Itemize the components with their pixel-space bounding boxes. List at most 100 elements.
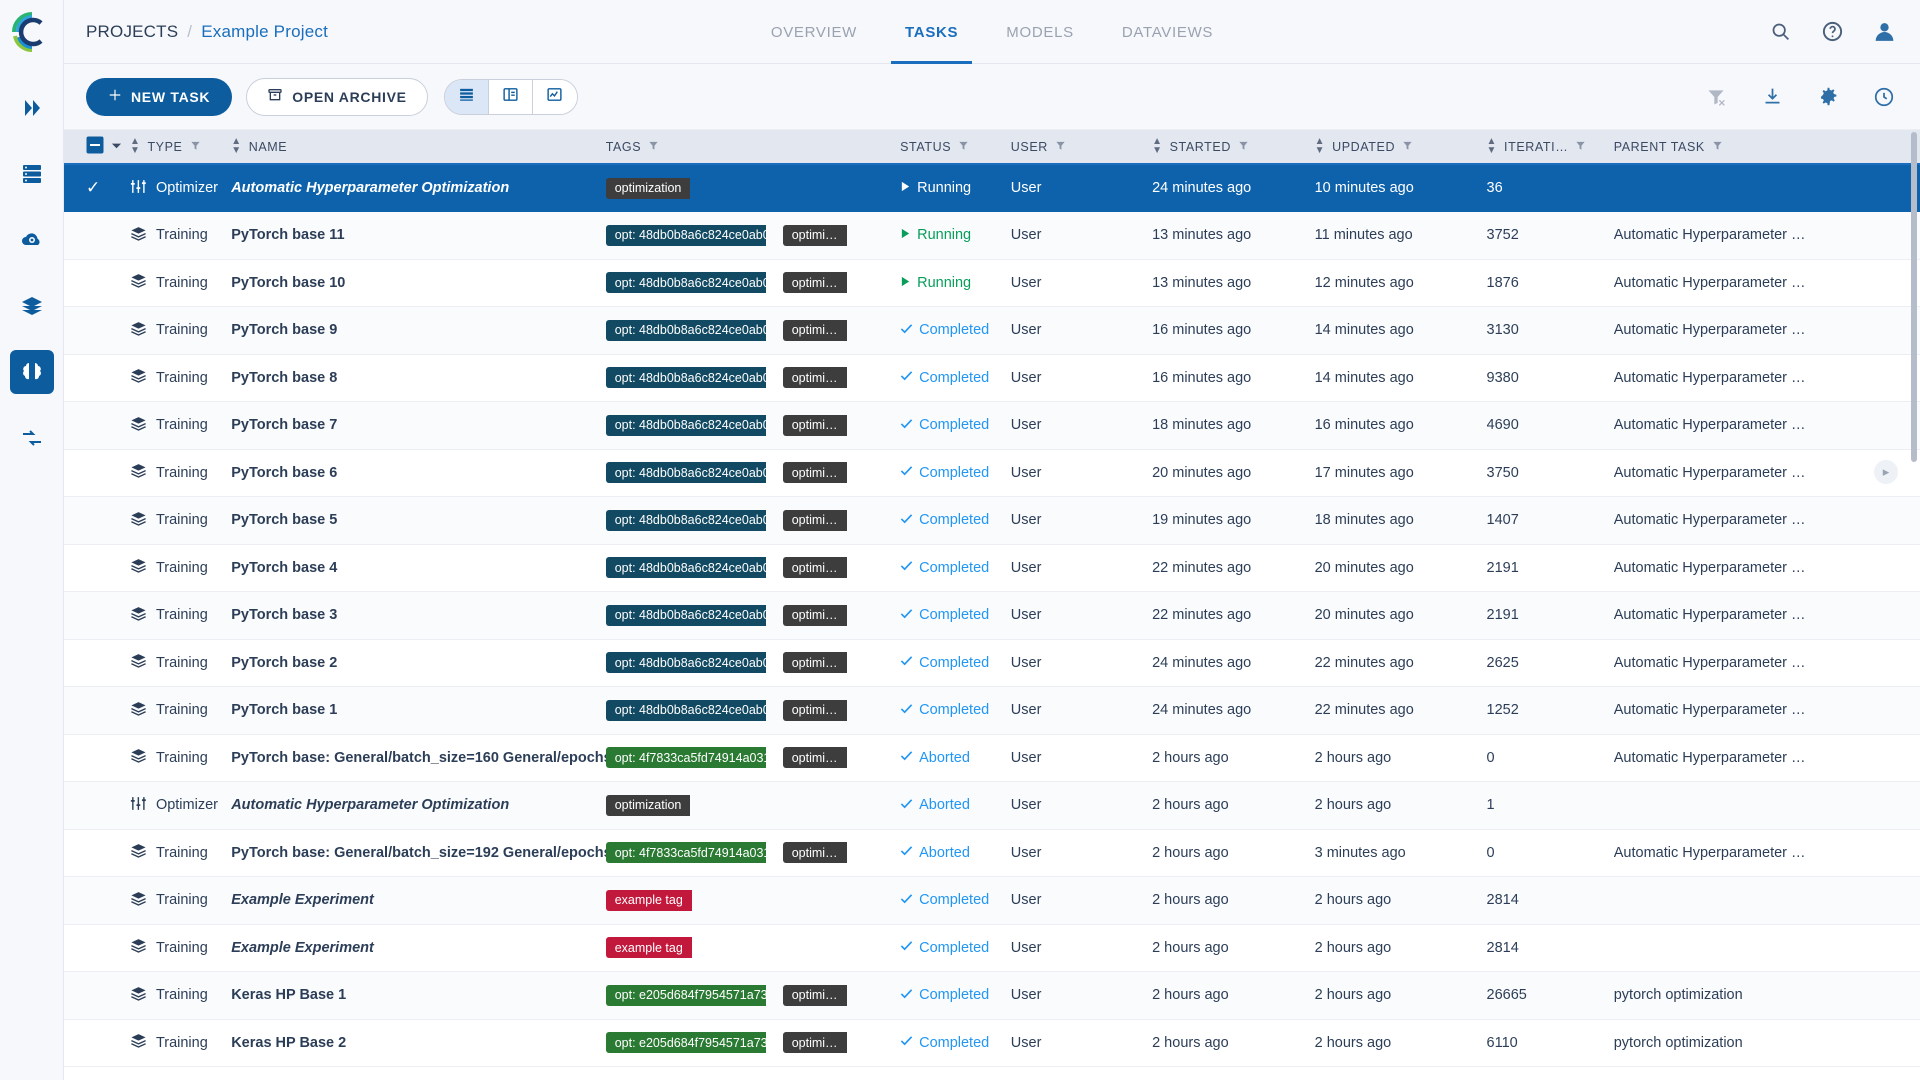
tag-chip[interactable]: opt: e205d684f7954571a7309… <box>606 1032 766 1053</box>
row-tags-cell[interactable]: opt: e205d684f7954571a7309… optimi… <box>606 1019 900 1067</box>
row-name-cell[interactable]: PyTorch base 7 <box>231 402 605 450</box>
row-select-cell[interactable] <box>64 307 130 355</box>
row-name-cell[interactable]: Keras HP Base 2 <box>231 1019 605 1067</box>
breadcrumb-current[interactable]: Example Project <box>201 22 328 42</box>
row-name-cell[interactable]: PyTorch base: General/batch_size=192 Gen… <box>231 829 605 877</box>
tag-chip[interactable]: optimi… <box>783 985 847 1006</box>
tab-models[interactable]: MODELS <box>982 0 1098 64</box>
tag-chip[interactable]: opt: 48db0b8a6c824ce0ab06… <box>606 557 766 578</box>
sort-icon[interactable]: ▲▼ <box>130 138 141 155</box>
row-name-cell[interactable]: PyTorch base 1 <box>231 687 605 735</box>
select-all-checkbox[interactable] <box>86 136 104 157</box>
table-row[interactable]: TrainingPyTorch base 6opt: 48db0b8a6c824… <box>64 449 1920 497</box>
table-row[interactable]: TrainingPyTorch base: General/batch_size… <box>64 829 1920 877</box>
row-checkbox[interactable] <box>86 984 104 1002</box>
row-select-cell[interactable] <box>64 212 130 260</box>
row-hover-action-icon[interactable]: ▸ <box>1874 460 1898 484</box>
row-tags-cell[interactable]: opt: 48db0b8a6c824ce0ab06d… optimi… <box>606 497 900 545</box>
row-name-cell[interactable]: Automatic Hyperparameter Optimization <box>231 164 605 212</box>
header-status[interactable]: STATUS <box>900 130 1011 164</box>
tag-chip[interactable]: opt: 48db0b8a6c824ce0ab06… <box>606 415 766 436</box>
row-checkbox[interactable] <box>86 794 104 812</box>
vertical-scrollbar[interactable] <box>1910 130 1918 1080</box>
tag-chip[interactable]: optimi… <box>783 510 847 531</box>
sidebar-item-pipelines[interactable] <box>10 416 54 460</box>
row-select-cell[interactable] <box>64 449 130 497</box>
row-checked-icon[interactable]: ✓ <box>86 178 100 197</box>
row-name-cell[interactable]: Automatic Hyperparameter Optimization <box>231 782 605 830</box>
tag-chip[interactable]: opt: 4f7833ca5fd74914a0311… <box>606 842 766 863</box>
search-icon[interactable] <box>1766 18 1794 46</box>
filter-icon[interactable] <box>1055 140 1066 154</box>
table-row[interactable]: TrainingPyTorch base 8opt: 48db0b8a6c824… <box>64 354 1920 402</box>
row-select-cell[interactable]: ✓ <box>64 164 130 212</box>
table-row[interactable]: TrainingKeras HP Base 2opt: e205d684f795… <box>64 1019 1920 1067</box>
row-tags-cell[interactable]: example tag <box>606 924 900 972</box>
row-checkbox[interactable] <box>86 319 104 337</box>
sort-icon[interactable]: ▲▼ <box>1315 138 1326 155</box>
header-user[interactable]: USER <box>1011 130 1152 164</box>
row-tags-cell[interactable]: optimization <box>606 782 900 830</box>
row-tags-cell[interactable]: example tag <box>606 877 900 925</box>
filter-icon[interactable] <box>1575 140 1586 154</box>
filter-icon[interactable] <box>648 140 659 154</box>
tag-chip[interactable]: opt: 48db0b8a6c824ce0ab06… <box>606 225 766 246</box>
tag-chip[interactable]: optimi… <box>783 605 847 626</box>
table-row[interactable]: TrainingPyTorch base: General/batch_size… <box>64 734 1920 782</box>
tag-chip[interactable]: optimization <box>606 795 691 816</box>
tag-chip[interactable]: opt: 48db0b8a6c824ce0ab06… <box>606 605 766 626</box>
tag-chip[interactable]: optimi… <box>783 367 847 388</box>
tag-chip[interactable]: optimi… <box>783 842 847 863</box>
row-checkbox[interactable] <box>86 604 104 622</box>
row-checkbox[interactable] <box>86 462 104 480</box>
tag-chip[interactable]: optimi… <box>783 1032 847 1053</box>
sort-icon[interactable]: ▲▼ <box>231 138 242 155</box>
row-tags-cell[interactable]: opt: 4f7833ca5fd74914a0311… optimi… <box>606 829 900 877</box>
row-tags-cell[interactable]: opt: 48db0b8a6c824ce0ab06…optimi… <box>606 212 900 260</box>
tag-chip[interactable]: optimi… <box>783 272 847 293</box>
filter-icon[interactable] <box>1402 140 1413 154</box>
tag-chip[interactable]: opt: 48db0b8a6c824ce0ab06… <box>606 462 766 483</box>
refresh-auto-icon[interactable] <box>1870 83 1898 111</box>
tag-chip[interactable]: optimi… <box>783 415 847 436</box>
row-tags-cell[interactable]: optimization <box>606 164 900 212</box>
tag-chip[interactable]: opt: 48db0b8a6c824ce0ab06… <box>606 320 766 341</box>
tag-chip[interactable]: optimi… <box>783 462 847 483</box>
row-checkbox[interactable] <box>86 889 104 907</box>
table-row[interactable]: TrainingPyTorch base 9opt: 48db0b8a6c824… <box>64 307 1920 355</box>
row-checkbox[interactable] <box>86 652 104 670</box>
breadcrumb-root[interactable]: PROJECTS <box>86 22 178 42</box>
row-name-cell[interactable]: Example Experiment <box>231 877 605 925</box>
row-name-cell[interactable]: Keras HP Base 1 <box>231 972 605 1020</box>
tag-chip[interactable]: opt: 48db0b8a6c824ce0ab06d… <box>606 510 766 531</box>
row-tags-cell[interactable]: opt: 48db0b8a6c824ce0ab06…optimi… <box>606 687 900 735</box>
tab-overview[interactable]: OVERVIEW <box>747 0 881 64</box>
header-name[interactable]: ▲▼ NAME <box>231 130 605 164</box>
row-select-cell[interactable] <box>64 592 130 640</box>
row-select-cell[interactable] <box>64 877 130 925</box>
tag-chip[interactable]: opt: 48db0b8a6c824ce0ab06… <box>606 367 766 388</box>
tag-chip[interactable]: opt: e205d684f7954571a7309… <box>606 985 766 1006</box>
tab-dataviews[interactable]: DATAVIEWS <box>1098 0 1237 64</box>
row-checkbox[interactable] <box>86 414 104 432</box>
row-tags-cell[interactable]: opt: 48db0b8a6c824ce0ab06…optimi… <box>606 639 900 687</box>
row-tags-cell[interactable]: opt: 48db0b8a6c824ce0ab06… optimi… <box>606 354 900 402</box>
tag-chip[interactable]: optimi… <box>783 747 847 768</box>
filter-icon[interactable] <box>190 140 201 154</box>
row-name-cell[interactable]: PyTorch base 6 <box>231 449 605 497</box>
sidebar-item-resources[interactable] <box>10 218 54 262</box>
table-row[interactable]: TrainingKeras HP Base 1opt: e205d684f795… <box>64 972 1920 1020</box>
filter-icon[interactable] <box>1238 140 1249 154</box>
row-checkbox[interactable] <box>86 1032 104 1050</box>
row-tags-cell[interactable]: opt: e205d684f7954571a7309… optimi… <box>606 972 900 1020</box>
table-row[interactable]: TrainingPyTorch base 10opt: 48db0b8a6c82… <box>64 259 1920 307</box>
new-task-button[interactable]: NEW TASK <box>86 78 232 116</box>
table-row[interactable]: TrainingExample Experimentexample tagCom… <box>64 877 1920 925</box>
tag-chip[interactable]: optimi… <box>783 652 847 673</box>
filter-icon[interactable] <box>1712 140 1723 154</box>
table-row[interactable]: ✓OptimizerAutomatic Hyperparameter Optim… <box>64 164 1920 212</box>
row-select-cell[interactable] <box>64 639 130 687</box>
row-tags-cell[interactable]: opt: 48db0b8a6c824ce0ab06… optimi… <box>606 449 900 497</box>
row-checkbox[interactable] <box>86 937 104 955</box>
table-row[interactable]: TrainingExample Experimentexample tagCom… <box>64 924 1920 972</box>
